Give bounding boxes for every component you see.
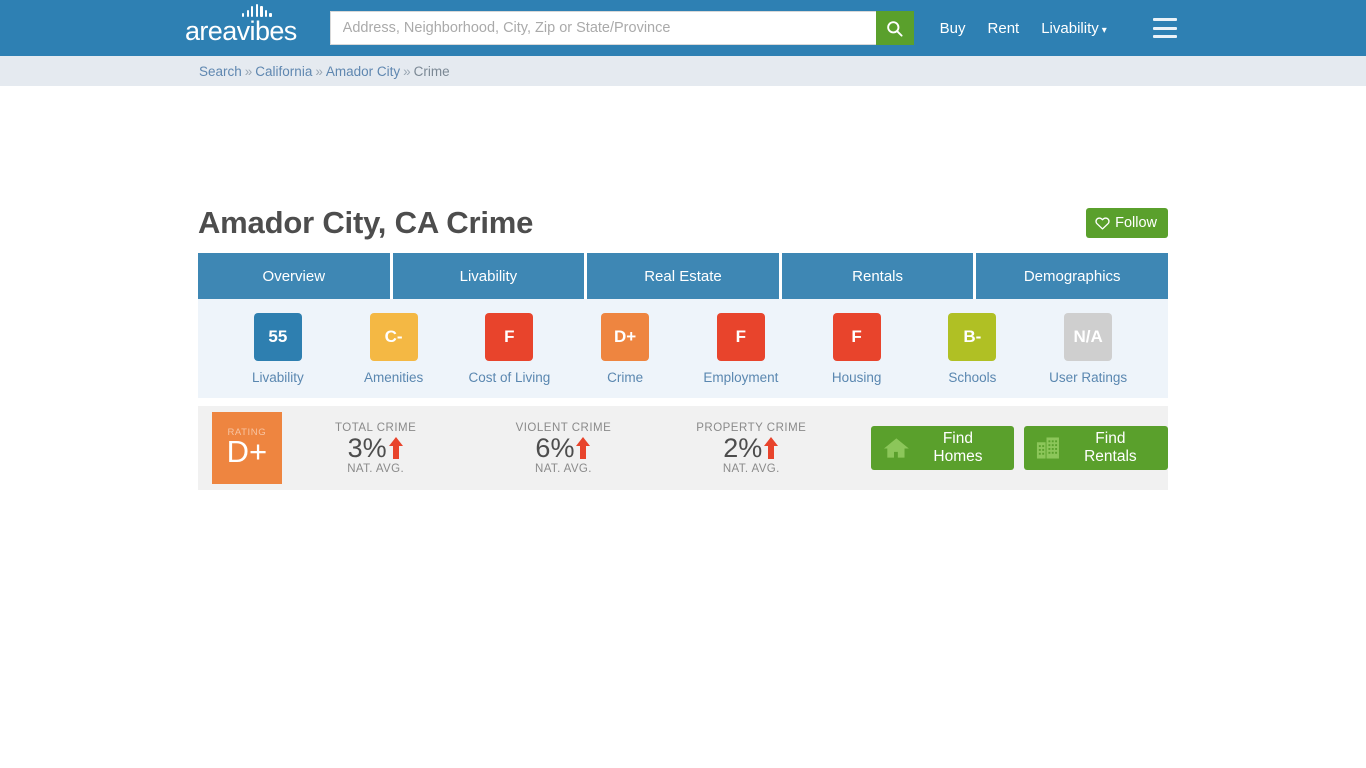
tab-overview[interactable]: Overview (198, 253, 390, 299)
stat-violent-crime: VIOLENT CRIME 6% NAT. AVG. (470, 422, 658, 475)
breadcrumb-item-california[interactable]: California (255, 64, 312, 79)
site-header: areavibes Buy Rent Livability▾ (0, 0, 1366, 56)
rating-grade: D+ (226, 433, 268, 469)
score-cost-of-living[interactable]: F Cost of Living (452, 312, 568, 385)
ad-slot (0, 86, 1366, 194)
building-icon (1036, 437, 1059, 459)
score-badge: D+ (601, 312, 650, 361)
sound-wave-icon (242, 3, 290, 17)
tab-rentals[interactable]: Rentals (781, 253, 974, 299)
score-livability[interactable]: 55 Livability (220, 312, 336, 385)
cta-buttons: Find Homes Find Rentals (871, 426, 1168, 470)
stat-subcaption: NAT. AVG. (347, 462, 405, 475)
score-user-ratings[interactable]: N/A User Ratings (1030, 312, 1146, 385)
search-input[interactable] (329, 11, 876, 45)
stat-subcaption: NAT. AVG. (722, 462, 780, 475)
breadcrumb-item-amador-city[interactable]: Amador City (326, 64, 400, 79)
logo-text: areavibes (185, 15, 297, 46)
score-label: Crime (607, 369, 644, 385)
tab-real-estate[interactable]: Real Estate (587, 253, 779, 299)
crime-rating-badge: RATING D+ (212, 412, 282, 484)
score-schools[interactable]: B- Schools (915, 312, 1031, 385)
header-inner: areavibes Buy Rent Livability▾ (183, 0, 1183, 56)
search-button[interactable] (875, 11, 914, 45)
crime-stats-panel: RATING D+ TOTAL CRIME 3% NAT. AVG. VIOLE… (198, 406, 1168, 490)
stat-subcaption: NAT. AVG. (535, 462, 592, 475)
score-amenities[interactable]: C- Amenities (336, 312, 452, 385)
find-rentals-button[interactable]: Find Rentals (1023, 426, 1168, 470)
score-label: Amenities (363, 369, 424, 385)
heart-icon (1095, 217, 1110, 230)
score-label: Employment (703, 369, 779, 385)
score-housing[interactable]: F Housing (799, 312, 915, 385)
nav-item-livability[interactable]: Livability ▾ (1041, 20, 1107, 37)
search-bar (329, 11, 914, 45)
breadcrumb-item-search[interactable]: Search (199, 64, 242, 79)
chevron-down-icon: ▾ (1101, 24, 1107, 36)
title-row: Amador City, CA Crime Follow (198, 194, 1168, 248)
breadcrumb: Search» California» Amador City» Crime (198, 64, 1168, 79)
score-label: Schools (948, 369, 997, 385)
score-label: Livability (251, 369, 304, 385)
stat-value: 3% (347, 432, 387, 463)
score-badge: C- (369, 312, 418, 361)
stat-caption: PROPERTY CRIME (696, 421, 807, 434)
score-label: Cost of Living (468, 369, 551, 385)
stat-value: 6% (535, 432, 575, 463)
arrow-up-icon (388, 436, 404, 460)
score-badge: F (485, 312, 534, 361)
score-badge: B- (948, 312, 997, 361)
score-badge: F (716, 312, 765, 361)
breadcrumb-separator: » (244, 63, 253, 79)
score-badge: 55 (253, 312, 302, 361)
stat-caption: VIOLENT CRIME (515, 421, 612, 434)
stat-value: 2% (723, 432, 763, 463)
main-content: Amador City, CA Crime Follow Overview Li… (198, 194, 1168, 490)
arrow-up-icon (763, 436, 779, 460)
areavibes-logo[interactable]: areavibes (185, 3, 297, 46)
stat-total-crime: TOTAL CRIME 3% NAT. AVG. (282, 422, 470, 475)
tab-livability[interactable]: Livability (392, 253, 585, 299)
breadcrumb-bar: Search» California» Amador City» Crime (0, 56, 1366, 86)
hamburger-menu-icon[interactable] (1152, 18, 1177, 38)
follow-button[interactable]: Follow (1086, 208, 1168, 238)
score-badge: N/A (1064, 312, 1113, 361)
home-icon (884, 438, 910, 458)
score-label: Housing (831, 369, 882, 385)
score-employment[interactable]: F Employment (683, 312, 799, 385)
score-label: User Ratings (1049, 369, 1128, 385)
main-nav: Buy Rent Livability ▾ (940, 18, 1177, 38)
stat-value-row: 2% (657, 432, 845, 463)
score-crime[interactable]: D+ Crime (567, 312, 683, 385)
score-badges: 55 Livability C- Amenities F Cost of Liv… (198, 299, 1168, 398)
stat-property-crime: PROPERTY CRIME 2% NAT. AVG. (657, 422, 845, 475)
find-rentals-label: Find Rentals (1084, 430, 1137, 465)
breadcrumb-item-crime: Crime (413, 63, 450, 79)
tab-demographics[interactable]: Demographics (976, 253, 1168, 299)
score-badge: F (832, 312, 881, 361)
breadcrumb-separator: » (315, 63, 323, 79)
nav-label-livability: Livability (1041, 19, 1099, 37)
stat-caption: TOTAL CRIME (334, 421, 417, 434)
nav-label-rent: Rent (987, 19, 1020, 37)
page-title: Amador City, CA Crime (198, 205, 534, 240)
nav-item-rent[interactable]: Rent (988, 20, 1020, 37)
stat-value-row: 6% (470, 432, 658, 463)
breadcrumb-separator: » (403, 63, 411, 79)
arrow-up-icon (575, 436, 591, 460)
stat-value-row: 3% (282, 432, 470, 463)
nav-item-buy[interactable]: Buy (940, 20, 966, 37)
nav-label-buy: Buy (939, 19, 966, 37)
find-homes-button[interactable]: Find Homes (871, 426, 1014, 470)
find-homes-label: Find Homes (933, 430, 983, 465)
search-icon (887, 20, 903, 37)
follow-label: Follow (1115, 215, 1157, 231)
section-tabs: Overview Livability Real Estate Rentals … (198, 253, 1168, 299)
